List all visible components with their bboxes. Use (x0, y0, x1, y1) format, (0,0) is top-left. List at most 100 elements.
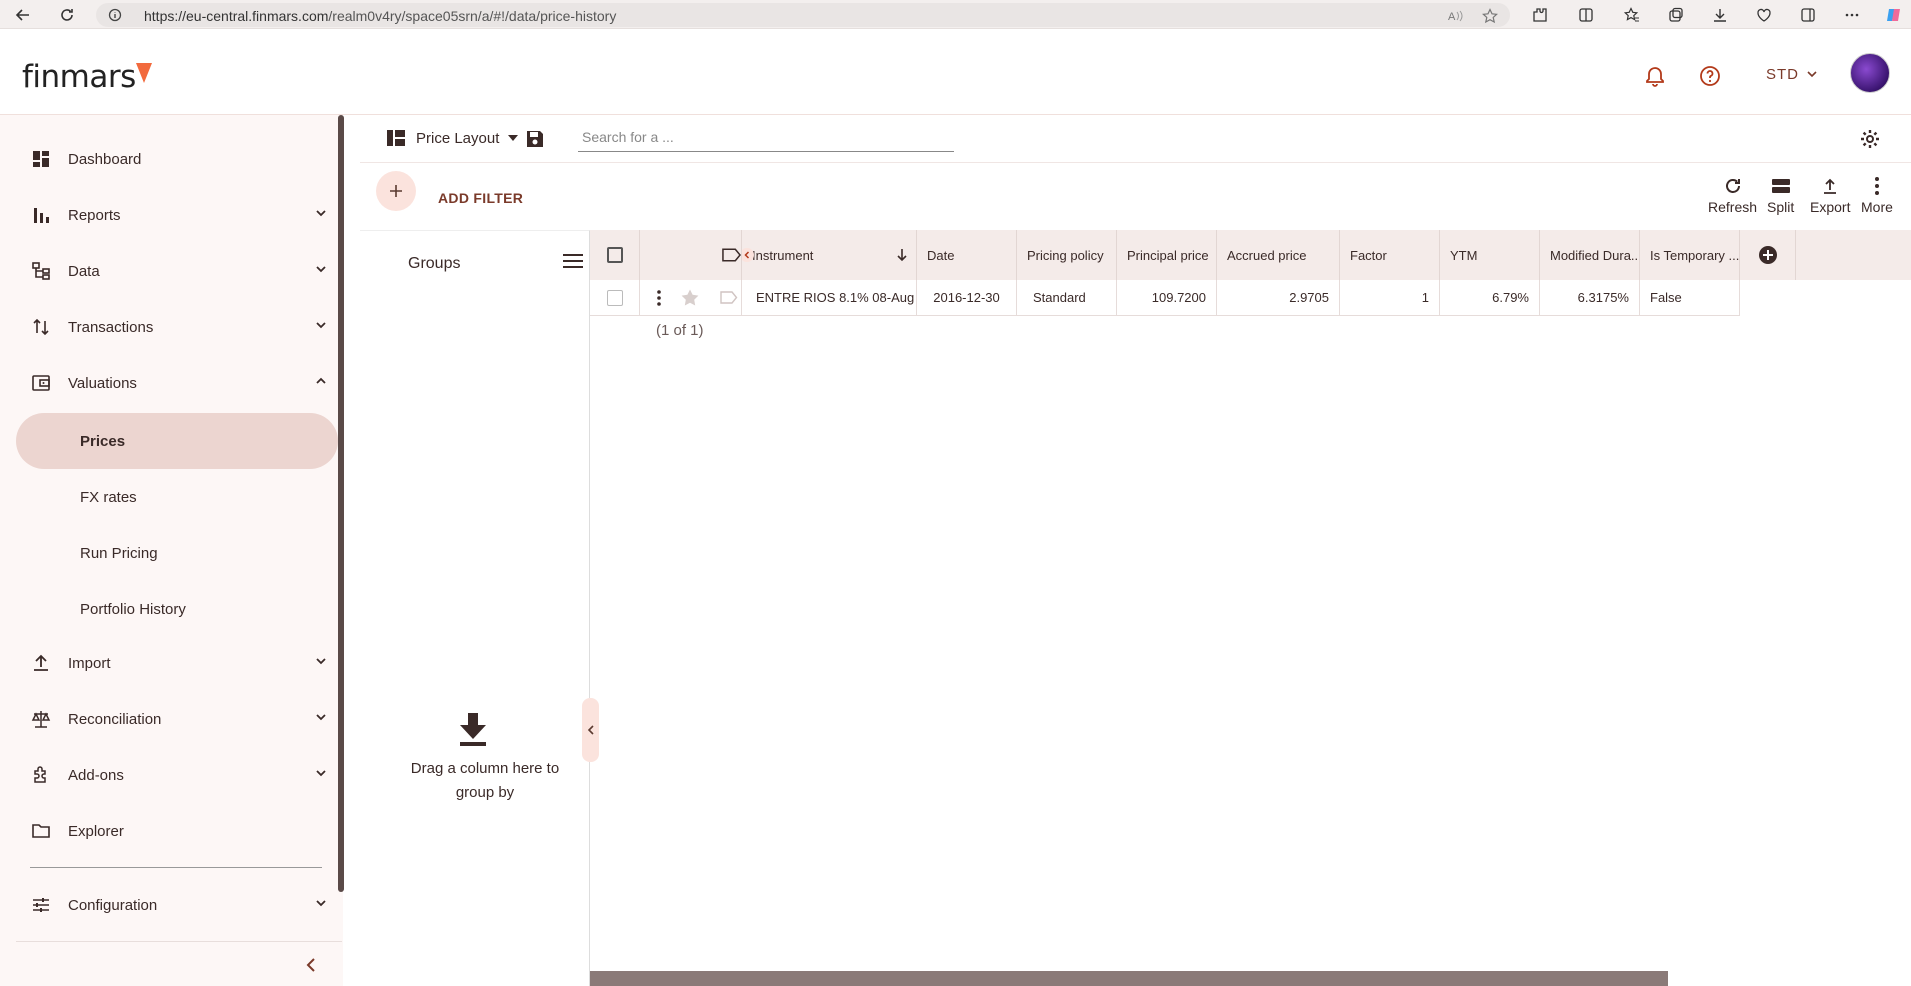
pagination-indicator: (1 of 1) (656, 322, 704, 339)
site-info-icon[interactable] (108, 8, 122, 22)
more-button[interactable]: More (1861, 175, 1893, 215)
reload-icon[interactable] (56, 4, 78, 26)
help-icon[interactable] (1696, 62, 1724, 90)
hamburger-menu-icon[interactable] (562, 253, 584, 269)
horizontal-scrollbar[interactable] (590, 971, 1668, 986)
chevron-up-icon[interactable] (314, 374, 328, 388)
column-header-modified-duration[interactable]: Modified Dura... (1540, 230, 1640, 280)
chevron-down-icon[interactable] (314, 206, 328, 220)
column-header-factor[interactable]: Factor (1340, 230, 1440, 280)
sidebar-item-label: Transactions (68, 318, 154, 336)
column-header-principal-price[interactable]: Principal price (1117, 230, 1217, 280)
sort-descending-icon[interactable] (896, 248, 908, 262)
back-icon[interactable] (12, 4, 34, 26)
sidebar-item-label: Valuations (68, 374, 137, 392)
collections-icon[interactable] (1666, 5, 1686, 25)
chevron-left-icon[interactable] (300, 953, 324, 977)
cell-instrument: ENTRE RIOS 8.1% 08-Aug (742, 280, 917, 316)
address-bar[interactable]: https://eu-central.finmars.com/realm0v4r… (96, 3, 1510, 27)
group-drop-zone[interactable]: Drag a column here to group by (390, 757, 580, 805)
favorite-star-icon[interactable] (1482, 8, 1498, 24)
caret-down-icon (508, 135, 519, 141)
split-screen-icon[interactable] (1576, 5, 1596, 25)
sidebar-footer-divider (16, 941, 342, 942)
sidebar-item-dashboard[interactable]: Dashboard (30, 139, 330, 179)
avatar[interactable] (1850, 53, 1890, 93)
sidebar-item-configuration[interactable]: Configuration (30, 885, 330, 925)
sidebar-item-data[interactable]: Data (30, 251, 330, 291)
sidebar-item-label: Import (68, 654, 111, 672)
performance-icon[interactable] (1754, 5, 1774, 25)
chevron-down-icon[interactable] (314, 654, 328, 668)
price-history-table: Instrument Date Pricing policy Principal… (590, 230, 1911, 986)
label-tag-icon[interactable] (720, 291, 738, 304)
select-all-checkbox[interactable] (606, 247, 623, 263)
select-all-cell (590, 230, 640, 280)
plus-icon (390, 185, 402, 197)
star-icon[interactable] (680, 288, 700, 308)
read-aloud-icon[interactable]: A (1448, 8, 1464, 24)
favorites-icon[interactable] (1622, 5, 1642, 25)
downloads-icon[interactable] (1710, 5, 1730, 25)
refresh-button[interactable]: Refresh (1708, 175, 1757, 215)
split-label: Split (1767, 199, 1795, 215)
chevron-down-icon[interactable] (314, 896, 328, 910)
cell-ytm: 6.79% (1440, 280, 1540, 316)
logo-mark-icon (136, 63, 152, 83)
label-tag-icon[interactable] (722, 248, 741, 262)
column-header-date[interactable]: Date (917, 230, 1017, 280)
gear-icon[interactable] (1860, 129, 1880, 149)
sidebar-item-transactions[interactable]: Transactions (30, 307, 330, 347)
export-button[interactable]: Export (1810, 175, 1850, 215)
copilot-icon[interactable] (1884, 5, 1904, 25)
swap-vertical-icon (30, 316, 52, 338)
cell-value: Standard (1033, 290, 1086, 305)
sidebar-subitem-label: FX rates (80, 488, 137, 506)
sidebar-subitem-fx-rates[interactable]: FX rates (16, 469, 338, 525)
row-menu-icon[interactable] (656, 290, 662, 306)
table-row[interactable]: ENTRE RIOS 8.1% 08-Aug 2016-12-30 Standa… (590, 280, 1760, 316)
wallet-icon (30, 372, 52, 394)
layout-toolbar: Price Layout Search for a ... (360, 115, 1911, 163)
sidebar-scrollbar[interactable] (338, 115, 344, 892)
chevron-left-icon[interactable] (742, 248, 754, 262)
layout-selector[interactable]: Price Layout (386, 129, 519, 147)
add-column-icon[interactable] (1758, 245, 1778, 265)
sidebar-subitem-portfolio-history[interactable]: Portfolio History (16, 581, 338, 637)
sidebar-subitem-run-pricing[interactable]: Run Pricing (16, 525, 338, 581)
extensions-icon[interactable] (1530, 5, 1550, 25)
finmars-logo[interactable]: finmars (22, 59, 136, 95)
chevron-down-icon[interactable] (314, 262, 328, 276)
row-checkbox[interactable] (606, 289, 623, 306)
browser-menu-icon[interactable] (1842, 5, 1862, 25)
chevron-down-icon[interactable] (314, 710, 328, 724)
bell-icon[interactable] (1641, 62, 1669, 90)
column-header-pricing-policy[interactable]: Pricing policy (1017, 230, 1117, 280)
sidebar-item-valuations[interactable]: Valuations (30, 363, 330, 403)
search-input[interactable]: Search for a ... (578, 126, 954, 152)
sidebar-subitem-prices[interactable]: Prices (16, 413, 338, 469)
sidebar-item-reports[interactable]: Reports (30, 195, 330, 235)
column-header-instrument[interactable]: Instrument (742, 230, 917, 280)
column-label: Accrued price (1227, 247, 1307, 263)
sidebar-toggle-icon[interactable] (1798, 5, 1818, 25)
save-icon[interactable] (525, 129, 545, 149)
sidebar-item-reconciliation[interactable]: Reconciliation (30, 699, 330, 739)
add-filter-button[interactable] (376, 171, 416, 211)
chevron-down-icon[interactable] (314, 766, 328, 780)
user-menu[interactable]: STD (1766, 66, 1799, 83)
chevron-down-icon[interactable] (1806, 70, 1818, 78)
column-label: YTM (1450, 247, 1478, 263)
column-header-ytm[interactable]: YTM (1440, 230, 1540, 280)
sidebar-item-explorer[interactable]: Explorer (30, 811, 330, 851)
add-filter-label[interactable]: ADD FILTER (438, 190, 523, 206)
chevron-down-icon[interactable] (314, 318, 328, 332)
split-button[interactable]: Split (1767, 175, 1794, 215)
sidebar-item-add-ons[interactable]: Add-ons (30, 755, 330, 795)
column-header-is-temporary[interactable]: Is Temporary ... (1640, 230, 1740, 280)
folder-icon (30, 820, 52, 842)
sliders-icon (30, 894, 52, 916)
column-header-accrued-price[interactable]: Accrued price (1217, 230, 1340, 280)
sidebar-item-import[interactable]: Import (30, 643, 330, 683)
column-label: Is Temporary ... (1650, 247, 1740, 263)
